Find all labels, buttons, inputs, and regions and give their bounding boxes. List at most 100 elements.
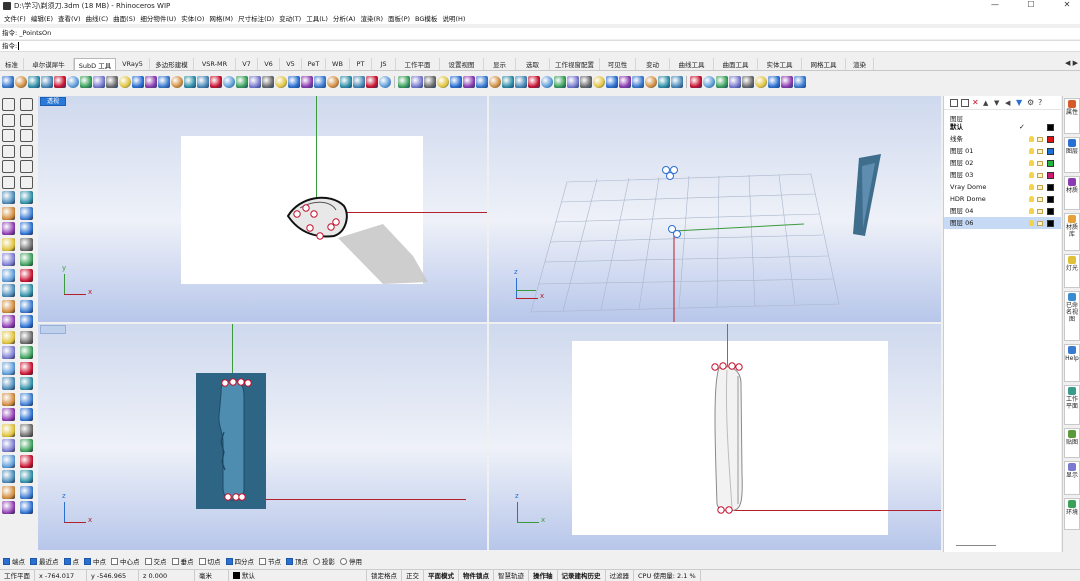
osnap-checkbox[interactable] xyxy=(171,557,179,565)
visibility-bulb-icon[interactable] xyxy=(1029,148,1034,154)
layer-color-swatch[interactable] xyxy=(1047,207,1054,215)
osnap-option[interactable]: 切点 xyxy=(198,556,221,566)
osnap-checkbox[interactable] xyxy=(84,557,91,565)
mirror-icon[interactable] xyxy=(20,299,33,313)
osnap-option[interactable]: 顶点 xyxy=(286,556,308,566)
lock-icon[interactable] xyxy=(1037,220,1043,226)
snapshot-icon[interactable] xyxy=(2,454,15,468)
rectangle-icon[interactable] xyxy=(2,144,15,158)
osnap-radio[interactable] xyxy=(313,557,320,565)
current-layer-check-icon[interactable]: ✓ xyxy=(1019,121,1025,133)
arc-icon[interactable] xyxy=(20,129,33,142)
tab-4[interactable]: 多边形建模 xyxy=(150,58,194,70)
grid-icon[interactable] xyxy=(398,75,410,88)
text-icon[interactable] xyxy=(20,237,33,251)
layer-color-swatch[interactable] xyxy=(1047,135,1054,143)
filter-icon[interactable]: ▼ xyxy=(1016,98,1024,107)
dimension-icon[interactable] xyxy=(2,253,15,266)
layer-row[interactable]: 图层 03 xyxy=(944,169,1061,181)
side-tab[interactable]: 工作平面 xyxy=(1064,385,1080,425)
subdivide-icon[interactable] xyxy=(210,75,222,88)
visibility-bulb-icon[interactable] xyxy=(1029,196,1034,202)
shade-icon[interactable] xyxy=(645,75,657,88)
side-tab[interactable]: 环境 xyxy=(1064,498,1080,530)
camera-icon[interactable] xyxy=(20,454,33,468)
maximize-button[interactable]: ☐ xyxy=(1024,0,1038,9)
material-icon[interactable] xyxy=(20,423,33,437)
move-up-icon[interactable]: ▲ xyxy=(983,99,991,107)
rendered-icon[interactable] xyxy=(742,75,754,88)
camera-icon[interactable] xyxy=(463,75,475,88)
menu-item[interactable]: 编辑(E) xyxy=(31,13,53,23)
viewport-bottom-left[interactable]: z x xyxy=(38,324,487,550)
command-line[interactable]: 指令: xyxy=(0,40,1080,52)
xray-icon[interactable] xyxy=(671,75,683,88)
panel-resize-handle[interactable] xyxy=(956,545,996,546)
status-toggle[interactable]: 物件锁点 xyxy=(459,569,494,581)
layer-color-swatch[interactable] xyxy=(1047,159,1054,167)
offset-icon[interactable] xyxy=(20,175,33,189)
raytrace-icon[interactable] xyxy=(755,75,767,88)
tools-icon[interactable]: ⚙ xyxy=(1027,98,1035,107)
plugin-icon[interactable] xyxy=(2,470,15,483)
move-icon[interactable] xyxy=(2,268,15,282)
osnap-option[interactable]: 节点 xyxy=(259,556,281,566)
osnap-option[interactable]: 中心点 xyxy=(111,556,140,566)
scale-icon[interactable] xyxy=(20,284,33,297)
tab-1[interactable]: 卓尔谟犀牛 xyxy=(24,58,74,70)
append-icon[interactable] xyxy=(327,75,339,88)
tab-10[interactable]: WB xyxy=(326,58,350,70)
tab-11[interactable]: PT xyxy=(350,58,372,70)
layer-row[interactable]: 默认 ✓ xyxy=(944,121,1061,133)
tube-icon[interactable] xyxy=(80,75,92,88)
tab-5[interactable]: VSR-MR xyxy=(194,58,236,70)
capsule-icon[interactable] xyxy=(93,75,105,88)
sun-icon[interactable] xyxy=(450,75,462,88)
status-toggle[interactable]: 过滤器 xyxy=(606,569,634,581)
explode-icon[interactable] xyxy=(20,315,33,328)
layer-row[interactable]: Vray Dome xyxy=(944,181,1061,193)
tab-18[interactable]: 可见性 xyxy=(600,58,636,70)
status-toggle[interactable]: 记录建构历史 xyxy=(558,569,606,581)
viewport-top-right[interactable]: z x xyxy=(489,96,941,322)
side-tab[interactable]: Help xyxy=(1064,344,1080,382)
viewport-top-left[interactable]: 透视 y x xyxy=(38,96,487,322)
wire-icon[interactable] xyxy=(632,75,644,88)
status-toggle[interactable]: 锁定格点 xyxy=(367,569,402,581)
cone-icon[interactable] xyxy=(15,75,27,88)
environment-icon[interactable] xyxy=(606,75,618,88)
layer-icon[interactable] xyxy=(476,75,488,88)
layer-row[interactable]: 图层 06 xyxy=(944,217,1061,229)
sphere-icon[interactable] xyxy=(41,75,53,88)
lock-icon[interactable] xyxy=(1037,172,1043,178)
menu-item[interactable]: 分析(A) xyxy=(333,13,356,23)
new-sublayer-icon[interactable] xyxy=(961,98,969,107)
join-icon[interactable] xyxy=(2,315,15,328)
select-icon[interactable] xyxy=(2,98,15,111)
box-icon[interactable] xyxy=(2,75,14,88)
polyline-icon[interactable] xyxy=(2,113,15,127)
weld-icon[interactable] xyxy=(353,75,365,88)
history-icon[interactable] xyxy=(2,439,15,452)
tab-15[interactable]: 显示 xyxy=(484,58,516,70)
layer-row[interactable]: HDR Dome xyxy=(944,193,1061,205)
status-cplane[interactable]: 工作平面 xyxy=(0,569,35,581)
status-toggle[interactable]: 操作轴 xyxy=(529,569,558,581)
help-icon[interactable]: ? xyxy=(1038,98,1046,107)
polygon-icon[interactable] xyxy=(20,144,33,158)
lock-icon[interactable] xyxy=(1037,184,1043,190)
menu-item[interactable]: 文件(F) xyxy=(4,13,26,23)
rotate-icon[interactable] xyxy=(2,284,15,297)
tab-12[interactable]: JS xyxy=(372,58,396,70)
curvature-icon[interactable] xyxy=(580,75,592,88)
boolean-icon[interactable] xyxy=(2,222,15,235)
copy-icon[interactable] xyxy=(20,268,33,282)
record-icon[interactable] xyxy=(768,75,780,88)
side-tab[interactable]: 已命名视图 xyxy=(1064,291,1080,341)
spiral-icon[interactable] xyxy=(20,160,33,173)
osnap-checkbox[interactable] xyxy=(225,557,233,565)
status-toggle[interactable]: 平面模式 xyxy=(424,569,459,581)
light-icon[interactable] xyxy=(2,237,15,251)
osnap-option[interactable]: 四分点 xyxy=(225,556,254,566)
show-icon[interactable] xyxy=(20,361,33,375)
